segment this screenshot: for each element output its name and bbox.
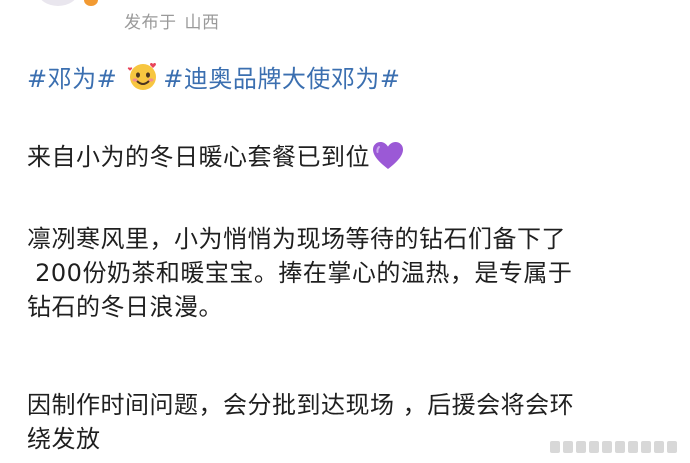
avatar[interactable] <box>38 0 78 6</box>
hashtag-line: #邓为# #迪奥品牌大使邓为# <box>27 58 400 94</box>
post-text: 凛冽寒风里，小为悄悄为现场等待的钻石们备下了 <box>27 225 566 253</box>
post-text: 来自小为的冬日暖心套餐已到位 <box>27 143 370 171</box>
post-location: 山西 <box>184 13 220 33</box>
post-text: 因制作时间问题，会分批到达现场 ，后援会将会环 <box>27 391 575 419</box>
published-prefix: 发布于 <box>124 13 177 33</box>
hashtag-dengwei[interactable]: #邓为# <box>27 59 117 94</box>
smiling-face-with-hearts-icon <box>128 63 157 90</box>
verified-badge-icon <box>84 0 98 6</box>
watermark-icon <box>550 441 677 453</box>
post-text: 绕发放 <box>27 425 101 453</box>
post-paragraph-2: 凛冽寒风里，小为悄悄为现场等待的钻石们备下了 200份奶茶和暖宝宝。捧在掌心的温… <box>27 222 572 324</box>
post-line-1: 来自小为的冬日暖心套餐已到位 <box>27 140 404 174</box>
post-meta: 发布于 山西 <box>124 8 220 33</box>
weibo-post: 发布于 山西 #邓为# #迪奥品牌大使邓为# 来自小为的冬日暖心套餐已到位 凛冽寒… <box>0 0 690 463</box>
post-text: 200份奶茶和暖宝宝。捧在掌心的温热，是专属于 <box>27 259 573 287</box>
post-paragraph-3: 因制作时间问题，会分批到达现场 ，后援会将会环 绕发放 <box>27 388 574 456</box>
hashtag-dior-ambassador[interactable]: #迪奥品牌大使邓为# <box>163 59 400 94</box>
post-text: 钻石的冬日浪漫。 <box>27 293 223 321</box>
purple-heart-icon <box>373 142 403 169</box>
